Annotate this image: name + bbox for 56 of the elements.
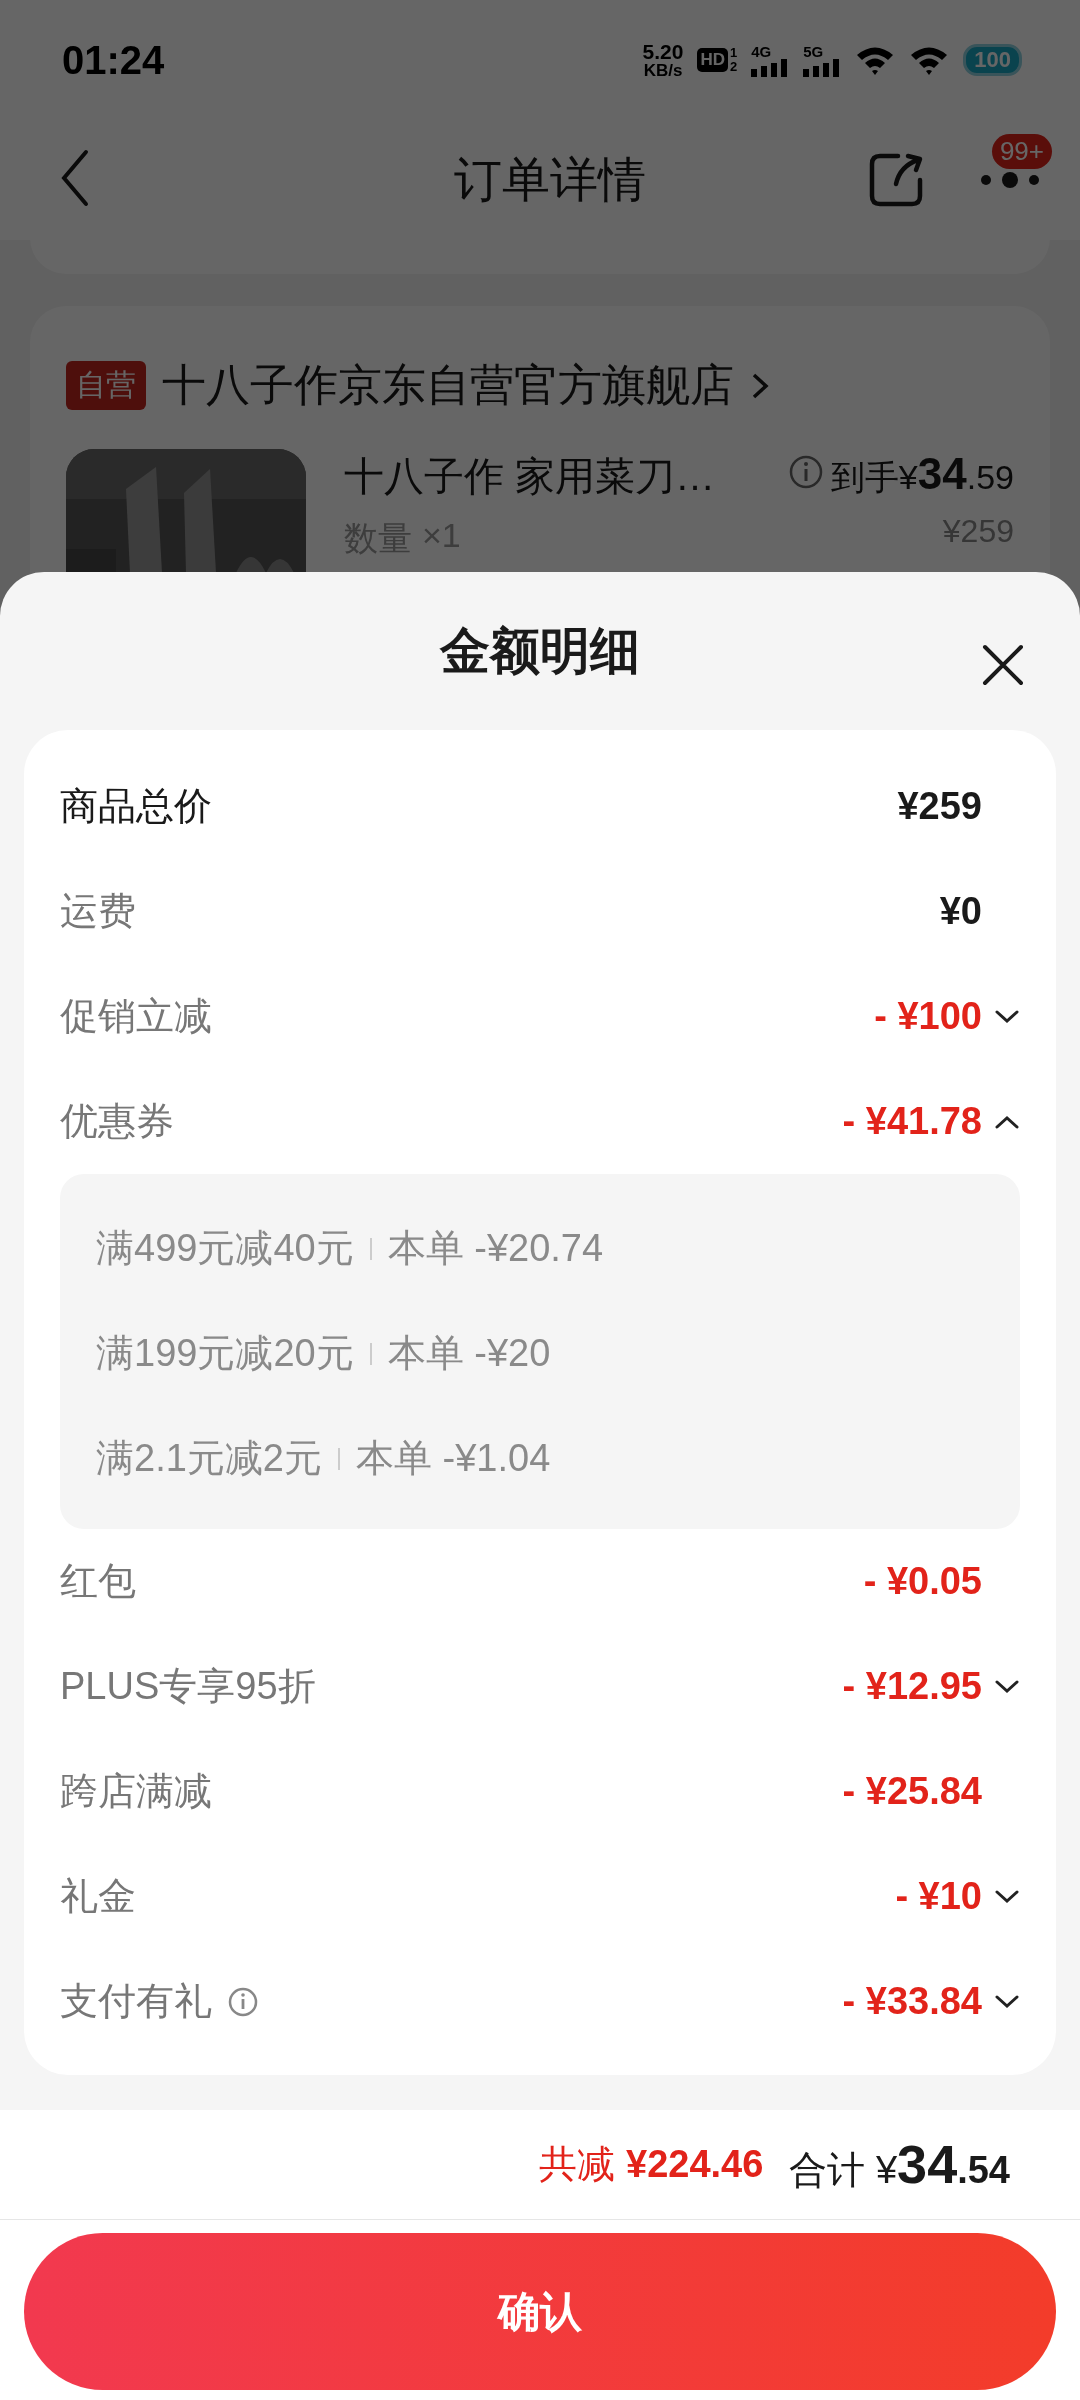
info-icon[interactable] <box>228 1986 258 2017</box>
close-icon[interactable] <box>982 644 1024 686</box>
network-type: 4G <box>751 43 773 59</box>
amount-value: - ¥25.84 <box>842 1770 982 1813</box>
network-speed: 5.20 <box>642 41 684 62</box>
store-name[interactable]: 十八子作京东自营官方旗舰店 <box>162 356 734 415</box>
chevron-down-icon[interactable] <box>994 1993 1020 2010</box>
speed-unit: KB/s <box>643 62 683 79</box>
coupon-amount: 本单 -¥20 <box>387 1331 551 1376</box>
chevron-down-icon[interactable] <box>994 1008 1020 1025</box>
final-price: 到手¥34.59 <box>830 449 1014 500</box>
amount-label: PLUS专享95折 <box>60 1664 316 1709</box>
coupon-amount: 本单 -¥1.04 <box>355 1436 551 1481</box>
sim-number: 1 <box>730 45 738 60</box>
chevron-down-icon[interactable] <box>994 1888 1020 1905</box>
coupon-condition: 满499元减40元 <box>96 1226 354 1271</box>
chevron-down-icon[interactable] <box>994 1678 1020 1695</box>
amount-label: 礼金 <box>60 1874 136 1919</box>
confirm-button[interactable]: 确认 <box>24 2233 1056 2390</box>
share-icon[interactable] <box>868 152 924 208</box>
signal-icon <box>803 58 842 77</box>
info-icon[interactable] <box>788 455 823 489</box>
total-savings: 共减 ¥224.46 <box>539 2142 764 2187</box>
back-icon[interactable] <box>60 149 90 207</box>
amount-value: - ¥0.05 <box>863 1560 982 1603</box>
amount-label: 优惠券 <box>60 1099 174 1144</box>
chevron-up-icon[interactable] <box>994 1113 1020 1130</box>
amount-label: 红包 <box>60 1559 136 1604</box>
amount-value: - ¥12.95 <box>842 1665 982 1708</box>
more-icon[interactable] <box>980 170 1040 190</box>
amount-label: 促销立减 <box>60 994 212 1039</box>
amount-value: - ¥41.78 <box>842 1100 982 1143</box>
coupon-amount: 本单 -¥20.74 <box>387 1226 604 1271</box>
product-name: 十八子作 家用菜刀… <box>344 453 717 500</box>
coupon-condition: 满2.1元减2元 <box>96 1436 322 1481</box>
coupon-condition: 满199元减20元 <box>96 1331 354 1376</box>
store-tag: 自营 <box>66 361 146 410</box>
signal-icon <box>751 58 790 77</box>
amount-label: 运费 <box>60 889 136 934</box>
amount-value: ¥0 <box>939 890 982 933</box>
amount-label: 支付有礼 <box>60 1979 212 2024</box>
amount-value: - ¥100 <box>874 995 982 1038</box>
amount-value: - ¥10 <box>895 1875 982 1918</box>
hd-voice-icon: HD <box>697 48 729 72</box>
network-type: 5G <box>803 43 825 59</box>
amount-label: 商品总价 <box>60 784 212 829</box>
notification-badge: 99+ <box>991 134 1052 169</box>
sim-number: 2 <box>730 60 738 75</box>
total-price: 合计 ¥34.54 <box>789 2133 1010 2196</box>
battery-indicator: 100 <box>963 44 1022 76</box>
amount-value: ¥259 <box>897 785 982 828</box>
amount-value: - ¥33.84 <box>842 1980 982 2023</box>
amount-label: 跨店满减 <box>60 1769 212 1814</box>
page-title: 订单详情 <box>454 152 646 208</box>
clock-time: 01:24 <box>62 37 166 83</box>
sheet-title: 金额明细 <box>440 621 640 681</box>
